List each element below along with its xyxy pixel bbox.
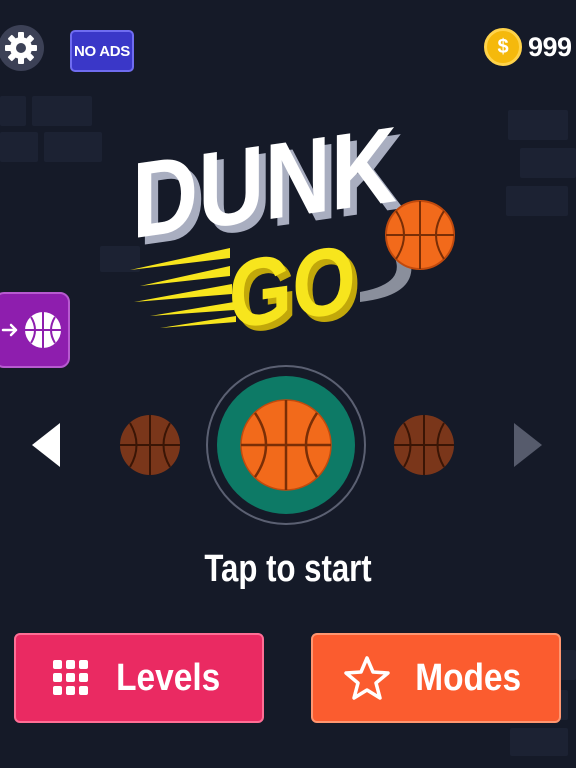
tap-to-start-prompt[interactable]: Tap to start <box>52 548 524 591</box>
logo-line2-group: GO GO <box>229 224 361 340</box>
game-logo: DUNK DUNK GO GO <box>130 104 455 340</box>
share-ball-tab[interactable] <box>0 292 70 368</box>
star-icon <box>344 656 390 700</box>
selected-ball[interactable] <box>206 365 366 525</box>
previous-ball-arrow[interactable] <box>32 423 60 467</box>
next-ball-arrow[interactable] <box>514 423 542 467</box>
grid-icon <box>52 660 88 695</box>
arrow-right-icon <box>1 323 18 337</box>
basketball-icon <box>25 312 61 348</box>
gear-icon <box>5 32 37 64</box>
prev-ball-option[interactable] <box>120 415 180 475</box>
next-ball-option[interactable] <box>394 415 454 475</box>
logo-basketball-icon <box>385 200 455 270</box>
settings-button[interactable] <box>0 25 44 71</box>
modes-button[interactable]: Modes <box>311 633 561 723</box>
levels-button[interactable]: Levels <box>14 633 264 723</box>
levels-label: Levels <box>115 656 221 699</box>
ball-selector <box>32 365 542 525</box>
logo-line2: GO <box>229 224 356 340</box>
no-ads-label: NO ADS <box>74 42 130 60</box>
coin-icon: $ <box>484 28 522 66</box>
modes-label: Modes <box>415 656 521 699</box>
coin-symbol: $ <box>497 35 509 58</box>
coin-count: 999 <box>528 32 572 62</box>
no-ads-button[interactable]: NO ADS <box>70 30 134 72</box>
